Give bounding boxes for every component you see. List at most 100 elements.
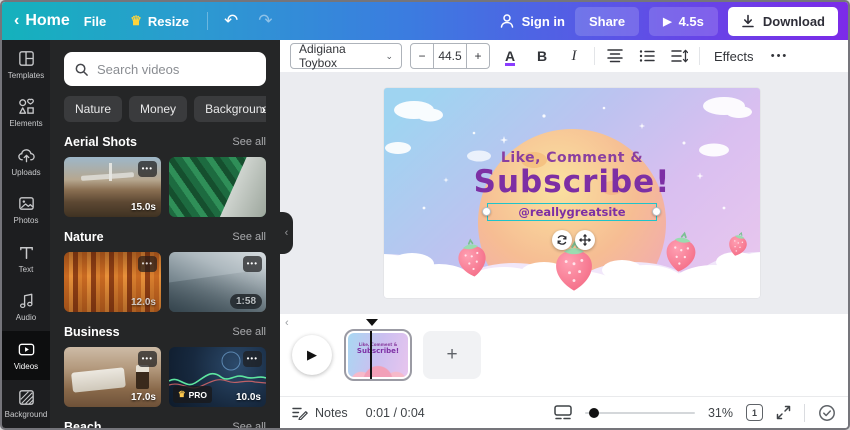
bullet-list-button[interactable] — [635, 43, 659, 69]
playhead-marker-icon[interactable] — [366, 319, 378, 326]
topbar-right-group: Sign in Share ▶ 4.5s Download — [499, 6, 848, 36]
play-icon: ▶ — [663, 15, 672, 28]
bridge-aerial-video[interactable]: ••• 15.0s — [64, 157, 161, 217]
sidebar-item-videos[interactable]: Videos — [2, 331, 50, 380]
design-page[interactable] — [384, 88, 760, 298]
bold-button[interactable]: B — [530, 43, 554, 69]
font-family-select[interactable]: Adigiana Toybox ⌄ — [290, 42, 402, 70]
zoom-slider[interactable] — [584, 406, 695, 420]
typing-keyboard-video[interactable]: ••• 17.0s — [64, 347, 161, 407]
move-button[interactable] — [575, 230, 595, 250]
italic-button[interactable]: I — [562, 43, 586, 69]
see-all-link[interactable]: See all — [232, 421, 266, 428]
thumb-menu-icon[interactable]: ••• — [242, 161, 262, 177]
add-page-button[interactable]: + — [423, 331, 481, 379]
video-duration: 1:58 — [229, 294, 262, 309]
see-all-link[interactable]: See all — [232, 231, 266, 243]
timeline-clip-selected[interactable]: Like, Comment & Subscribe! — [344, 329, 412, 381]
video-duration: 10.0s — [235, 202, 261, 213]
page-indicator[interactable]: 1 — [746, 401, 766, 421]
section-header-nature: Nature See all — [64, 230, 266, 244]
chevron-left-icon: ‹ — [284, 227, 289, 239]
undo-button[interactable]: ↶ — [214, 11, 248, 31]
sidebar-item-background[interactable]: Background — [2, 380, 50, 429]
line-spacing-button[interactable] — [667, 43, 691, 69]
font-size-decrease-button[interactable]: − — [411, 44, 433, 68]
timeline-view-toggle[interactable] — [554, 405, 572, 420]
panel-collapse-button[interactable]: ‹ — [280, 212, 293, 254]
site-handle-text: @reallygreatsite — [518, 205, 626, 219]
sidebar-item-text[interactable]: Text — [2, 234, 50, 283]
playhead-line[interactable] — [370, 331, 372, 379]
clip-thumbnail: Like, Comment & Subscribe! — [348, 333, 408, 377]
thumb-menu-icon[interactable]: ••• — [137, 256, 157, 272]
text-color-button[interactable]: A — [498, 43, 522, 69]
text-align-button[interactable] — [603, 43, 627, 69]
expand-arrows-icon — [776, 405, 791, 420]
thumb-menu-icon[interactable]: ••• — [137, 161, 157, 177]
tech-chart-video[interactable]: ••• ♛ PRO 10.0s — [169, 347, 266, 407]
chip-nature[interactable]: Nature — [64, 96, 123, 122]
line-spacing-icon — [670, 49, 688, 63]
more-options-button[interactable]: ••• — [768, 43, 792, 69]
resize-button[interactable]: ♛ Resize — [118, 13, 201, 29]
video-icon — [18, 343, 34, 356]
home-label: Home — [25, 12, 70, 29]
search-placeholder: Search videos — [97, 61, 180, 77]
search-input[interactable]: Search videos — [64, 52, 266, 86]
statusbar-divider — [804, 403, 805, 422]
chevron-down-icon: ⌄ — [385, 50, 393, 61]
status-bar: Notes 0:01 / 0:04 31% 1 — [280, 396, 848, 428]
foggy-mountains-video[interactable]: ••• 1:58 — [169, 252, 266, 312]
timeline-strip: ‹ ▶ Like, Comment & Subscribe! + — [280, 314, 848, 396]
templates-icon — [18, 50, 34, 66]
sidebar-item-uploads[interactable]: Uploads — [2, 137, 50, 186]
selection-resize-handle-right[interactable] — [652, 206, 661, 216]
effects-button[interactable]: Effects — [708, 49, 760, 64]
section-title: Business — [64, 325, 120, 339]
crown-icon: ♛ — [178, 389, 186, 399]
timeline-play-button[interactable]: ▶ — [292, 335, 332, 375]
text-icon — [19, 246, 33, 259]
statusbar-right-group: 31% 1 — [554, 401, 836, 422]
rotate-button[interactable] — [552, 230, 572, 250]
fullscreen-button[interactable] — [776, 405, 791, 420]
upload-cloud-icon — [17, 148, 35, 163]
zoom-slider-knob[interactable] — [588, 407, 599, 418]
sidebar-item-templates[interactable]: Templates — [2, 40, 50, 89]
sidebar-item-elements[interactable]: Elements — [2, 89, 50, 138]
chips-scroll-right-icon[interactable]: › — [261, 101, 266, 118]
sign-in-button[interactable]: Sign in — [499, 13, 565, 29]
chip-background[interactable]: Background — [194, 96, 266, 122]
download-icon — [742, 14, 754, 28]
font-size-value[interactable]: 44.5 — [433, 44, 467, 68]
saved-status-button[interactable] — [818, 404, 836, 422]
see-all-link[interactable]: See all — [232, 326, 266, 338]
file-menu-button[interactable]: File — [72, 14, 118, 29]
video-duration: 17.0s — [130, 392, 156, 403]
selection-resize-handle-left[interactable] — [482, 206, 491, 216]
selected-text-element[interactable]: @reallygreatsite — [487, 203, 657, 221]
share-button[interactable]: Share — [574, 6, 640, 36]
zoom-percentage: 31% — [707, 405, 733, 420]
chip-money[interactable]: Money — [129, 96, 188, 122]
thumb-menu-icon[interactable]: ••• — [242, 351, 262, 367]
video-duration: 12.0s — [130, 297, 156, 308]
autumn-forest-video[interactable]: ••• 12.0s — [64, 252, 161, 312]
font-size-increase-button[interactable]: + — [467, 44, 489, 68]
preview-play-button[interactable]: ▶ 4.5s — [649, 6, 718, 36]
thumb-menu-icon[interactable]: ••• — [137, 351, 157, 367]
timeline-scroll-left-icon[interactable]: ‹ — [285, 317, 289, 329]
see-all-link[interactable]: See all — [232, 136, 266, 148]
notes-button[interactable]: Notes — [292, 406, 348, 420]
farmland-aerial-video[interactable]: ••• 10.0s — [169, 157, 266, 217]
music-note-icon — [19, 293, 33, 309]
sidebar-item-photos[interactable]: Photos — [2, 186, 50, 235]
download-button[interactable]: Download — [727, 6, 838, 36]
section-title: Aerial Shots — [64, 135, 137, 149]
back-home-button[interactable]: ‹ Home — [2, 12, 72, 30]
sidebar-item-audio[interactable]: Audio — [2, 283, 50, 332]
thumb-menu-icon[interactable]: ••• — [242, 256, 262, 272]
playback-time: 0:01 / 0:04 — [365, 405, 425, 420]
filter-chips-row: Nature Money Background Water › — [64, 96, 266, 122]
